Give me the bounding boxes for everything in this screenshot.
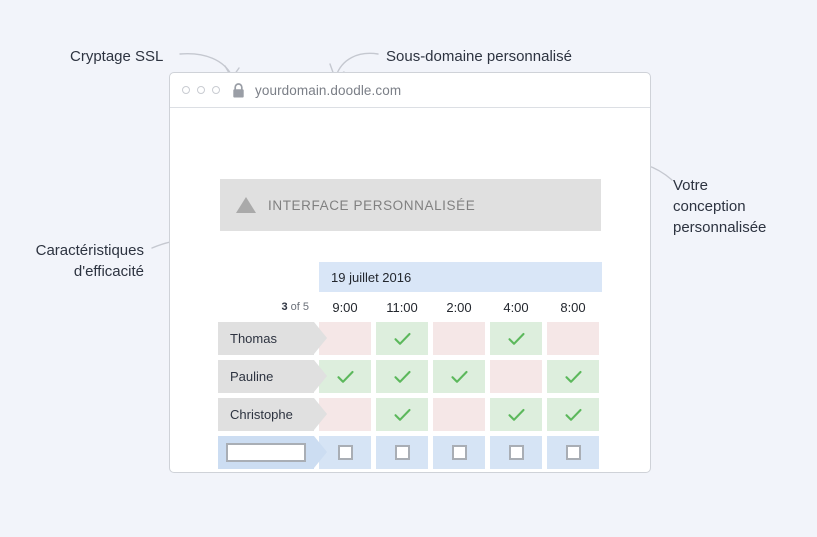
check-icon <box>564 408 582 421</box>
window-close-dot[interactable] <box>182 86 190 94</box>
check-icon <box>450 370 468 383</box>
vote-cell[interactable] <box>433 398 485 431</box>
url-text[interactable]: yourdomain.doodle.com <box>255 83 401 98</box>
vote-checkbox[interactable] <box>451 445 467 460</box>
annotation-ssl: Cryptage SSL <box>70 48 164 65</box>
vote-checkbox[interactable] <box>565 445 581 460</box>
annotation-subdomain: Sous-domaine personnalisé <box>386 48 572 65</box>
vote-checkbox[interactable] <box>337 445 353 460</box>
participant-name: Pauline <box>218 360 327 393</box>
vote-cell[interactable] <box>376 360 428 393</box>
poll-date-label: 19 juillet 2016 <box>319 262 602 292</box>
vote-checkbox-cell[interactable] <box>547 436 599 469</box>
poll-date-row: 19 juillet 2016 <box>218 262 602 292</box>
vote-checkbox[interactable] <box>394 445 410 460</box>
participant-count-suffix: of 5 <box>290 301 309 313</box>
vote-cell[interactable] <box>547 322 599 355</box>
vote-checkbox-cell[interactable] <box>433 436 485 469</box>
custom-interface-banner: INTERFACE PERSONNALISÉE <box>220 179 601 231</box>
new-participant-row <box>218 436 602 469</box>
annotation-efficiency: Caractéristiques d'efficacité <box>35 242 144 280</box>
check-icon <box>336 370 354 383</box>
browser-window: yourdomain.doodle.com INTERFACE PERSONNA… <box>169 72 651 473</box>
time-slot-header: 8:00 <box>560 299 586 315</box>
new-participant-name-tag[interactable] <box>218 436 327 469</box>
banner-title: INTERFACE PERSONNALISÉE <box>268 197 476 213</box>
table-row: Thomas <box>218 322 602 355</box>
time-slot-header: 4:00 <box>503 299 529 315</box>
check-icon <box>393 408 411 421</box>
vote-cell[interactable] <box>490 398 542 431</box>
vote-cell[interactable] <box>376 322 428 355</box>
vote-checkbox-cell[interactable] <box>376 436 428 469</box>
time-slot-header: 2:00 <box>446 299 472 315</box>
check-icon <box>564 370 582 383</box>
triangle-logo-icon <box>236 197 256 213</box>
table-row: Christophe <box>218 398 602 431</box>
date-row-spacer <box>218 262 319 292</box>
vote-cell[interactable] <box>490 360 542 393</box>
window-maximize-dot[interactable] <box>212 86 220 94</box>
participant-count-value: 3 <box>281 301 288 313</box>
participant-count: 3 of 5 <box>218 292 319 322</box>
check-icon <box>393 332 411 345</box>
poll-table: 19 juillet 2016 3 of 5 9:00 11:00 2:00 4… <box>218 262 602 474</box>
window-minimize-dot[interactable] <box>197 86 205 94</box>
check-icon <box>507 408 525 421</box>
vote-cell[interactable] <box>433 360 485 393</box>
participant-name: Thomas <box>218 322 327 355</box>
vote-cell[interactable] <box>547 398 599 431</box>
vote-cell[interactable] <box>376 398 428 431</box>
participant-name: Christophe <box>218 398 327 431</box>
browser-toolbar: yourdomain.doodle.com <box>170 73 650 108</box>
time-slot-header: 11:00 <box>386 299 418 315</box>
time-slot-header: 9:00 <box>332 299 358 315</box>
vote-cell[interactable] <box>547 360 599 393</box>
annotation-custom-design: Votre conception personnalisée <box>673 177 767 236</box>
check-icon <box>507 332 525 345</box>
vote-cell[interactable] <box>433 322 485 355</box>
time-slot-headers: 9:00 11:00 2:00 4:00 8:00 <box>319 292 599 322</box>
vote-checkbox-cell[interactable] <box>490 436 542 469</box>
name-input[interactable] <box>226 443 306 462</box>
window-controls[interactable] <box>182 86 220 94</box>
padlock-icon <box>233 82 244 97</box>
vote-checkbox[interactable] <box>508 445 524 460</box>
poll-times-row: 3 of 5 9:00 11:00 2:00 4:00 8:00 <box>218 292 602 322</box>
table-row: Pauline <box>218 360 602 393</box>
check-icon <box>393 370 411 383</box>
vote-cell[interactable] <box>490 322 542 355</box>
